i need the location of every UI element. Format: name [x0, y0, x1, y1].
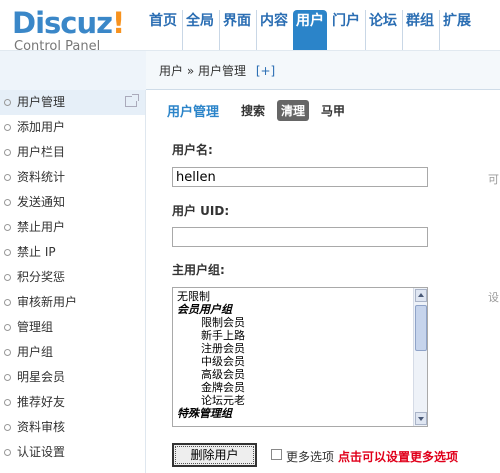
listbox-option[interactable]: 新手上路 [177, 329, 407, 342]
username-hint: 可 [488, 173, 499, 186]
sidebar-item-star-members[interactable]: 明星会员 [0, 365, 145, 390]
breadcrumb-path: 用户 » 用户管理 [159, 64, 246, 78]
more-options-checkbox[interactable] [271, 449, 282, 460]
sidebar-item-label: 推荐好友 [17, 395, 66, 409]
sidebar-item-ban-ip[interactable]: 禁止 IP [0, 240, 145, 265]
bullet-icon [4, 349, 11, 356]
header: Discuz! Control Panel 首页 全局 界面 内容 用户 门户 … [0, 0, 500, 54]
sidebar-item-profile-stats[interactable]: 资料统计 [0, 165, 145, 190]
bullet-icon [4, 299, 11, 306]
sidebar-item-label: 明星会员 [17, 370, 66, 384]
sidebar-item-send-notice[interactable]: 发送通知 [0, 190, 145, 215]
sidebar-item-user-groups[interactable]: 用户组 [0, 340, 145, 365]
tab-search[interactable]: 搜索 [237, 100, 269, 121]
nav-extensions[interactable]: 扩展 [439, 10, 474, 50]
nav-global[interactable]: 全局 [182, 10, 217, 50]
scroll-up-arrow-icon[interactable] [415, 289, 427, 302]
bullet-icon [4, 399, 11, 406]
bullet-icon [4, 224, 11, 231]
breadcrumb-bar: 用户 » 用户管理 [+] [0, 50, 500, 90]
nav-groups[interactable]: 群组 [402, 10, 437, 50]
sidebar-item-label: 认证设置 [17, 445, 66, 459]
add-shortcut-link[interactable]: [+] [256, 64, 275, 78]
listbox-scrollbar[interactable] [413, 288, 427, 426]
sidebar-item-profile-review[interactable]: 资料审核 [0, 415, 145, 440]
sidebar-item-review-new-users[interactable]: 审核新用户 [0, 290, 145, 315]
tab-cleanup[interactable]: 清理 [277, 100, 310, 121]
listbox-optgroup: 会员用户组 [177, 303, 232, 316]
bullet-icon [4, 424, 11, 431]
more-options-hint: 点击可以设置更多选项 [338, 450, 459, 464]
listbox-option[interactable]: 中级会员 [177, 355, 407, 368]
bullet-icon [4, 124, 11, 131]
sidebar-item-label: 用户组 [17, 345, 54, 359]
bullet-icon [4, 149, 11, 156]
uid-input[interactable] [172, 227, 428, 247]
open-new-window-icon[interactable] [125, 94, 139, 107]
bullet-icon [4, 199, 11, 206]
page-title: 用户管理 [167, 105, 220, 120]
user-group-listbox[interactable]: 无限制 会员用户组 限制会员 新手上路 注册会员 中级会员 高级会员 金牌会员 论坛元老 特殊管理… [172, 287, 428, 427]
bullet-icon [4, 174, 11, 181]
sidebar-item-credit-rewards[interactable]: 积分奖惩 [0, 265, 145, 290]
sidebar-item-label: 用户栏目 [17, 145, 66, 159]
user-group-hint: 设 [488, 291, 499, 304]
sidebar-item-user-fields[interactable]: 用户栏目 [0, 140, 145, 165]
bullet-icon [4, 274, 11, 281]
sidebar-item-verification-settings[interactable]: 认证设置 [0, 440, 145, 465]
scroll-thumb[interactable] [415, 305, 427, 351]
sidebar-item-label: 用户管理 [17, 95, 66, 109]
section-tabs: 用户管理 搜索 清理 马甲 [167, 100, 357, 121]
sidebar-item-label: 审核新用户 [17, 295, 78, 309]
more-options-label[interactable]: 更多选项 [286, 448, 334, 465]
discuz-logo[interactable]: Discuz! Control Panel [12, 6, 147, 54]
listbox-option[interactable]: 注册会员 [177, 342, 407, 355]
sidebar-item-label: 资料统计 [17, 170, 66, 184]
user-group-label: 主用户组: [172, 263, 225, 277]
nav-users[interactable]: 用户 [293, 10, 327, 50]
sidebar-item-label: 禁止 IP [17, 245, 56, 259]
nav-home[interactable]: 首页 [146, 10, 180, 50]
sidebar-item-add-user[interactable]: 添加用户 [0, 115, 145, 140]
sidebar-item-user-management[interactable]: 用户管理 [0, 90, 145, 115]
sidebar-item-label: 资料审核 [17, 420, 66, 434]
sidebar-item-label: 积分奖惩 [17, 270, 66, 284]
bullet-icon [4, 374, 11, 381]
sidebar-item-admin-groups[interactable]: 管理组 [0, 315, 145, 340]
delete-user-button[interactable]: 删除用户 [172, 443, 257, 467]
sidebar-item-label: 管理组 [17, 320, 54, 334]
user-group-options: 无限制 会员用户组 限制会员 新手上路 注册会员 中级会员 高级会员 金牌会员 论坛元老 特殊管理… [177, 290, 407, 420]
bullet-icon [4, 99, 11, 106]
uid-label: 用户 UID: [172, 204, 230, 218]
username-label: 用户名: [172, 143, 213, 157]
listbox-option[interactable]: 论坛元老 [177, 394, 407, 407]
listbox-option[interactable]: 金牌会员 [177, 381, 407, 394]
username-input[interactable] [172, 167, 428, 187]
logo-wordmark: Discuz! [12, 6, 125, 40]
sidebar-item-ban-user[interactable]: 禁止用户 [0, 215, 145, 240]
sidebar-item-recommend-friends[interactable]: 推荐好友 [0, 390, 145, 415]
tab-sockpuppet[interactable]: 马甲 [317, 100, 349, 121]
listbox-option[interactable]: 高级会员 [177, 368, 407, 381]
listbox-optgroup: 特殊管理组 [177, 407, 232, 420]
sidebar-item-label: 发送通知 [17, 195, 66, 209]
listbox-option[interactable]: 无限制 [177, 290, 407, 303]
sidebar-item-label: 禁止用户 [17, 220, 66, 234]
breadcrumb-left-spacer [0, 51, 146, 90]
bullet-icon [4, 449, 11, 456]
bullet-icon [4, 324, 11, 331]
nav-portal[interactable]: 门户 [329, 10, 363, 50]
nav-forum[interactable]: 论坛 [365, 10, 400, 50]
nav-content[interactable]: 内容 [256, 10, 291, 50]
nav-interface[interactable]: 界面 [219, 10, 254, 50]
main-content: 用户管理 搜索 清理 马甲 用户名: 可 用户 UID: 主用户组: 设 无限制… [147, 91, 500, 473]
sidebar-item-label: 添加用户 [17, 120, 66, 134]
bullet-icon [4, 249, 11, 256]
listbox-option[interactable]: 限制会员 [177, 316, 407, 329]
breadcrumb: 用户 » 用户管理 [+] [159, 62, 275, 79]
form-actions: 删除用户 更多选项 点击可以设置更多选项 [172, 443, 500, 467]
sidebar: 用户管理 添加用户 用户栏目 资料统计 发送通知 禁止用户 禁止 IP 积分奖惩… [0, 90, 146, 473]
scroll-down-arrow-icon[interactable] [415, 412, 427, 425]
top-navigation: 首页 全局 界面 内容 用户 门户 论坛 群组 扩展 [146, 10, 474, 50]
